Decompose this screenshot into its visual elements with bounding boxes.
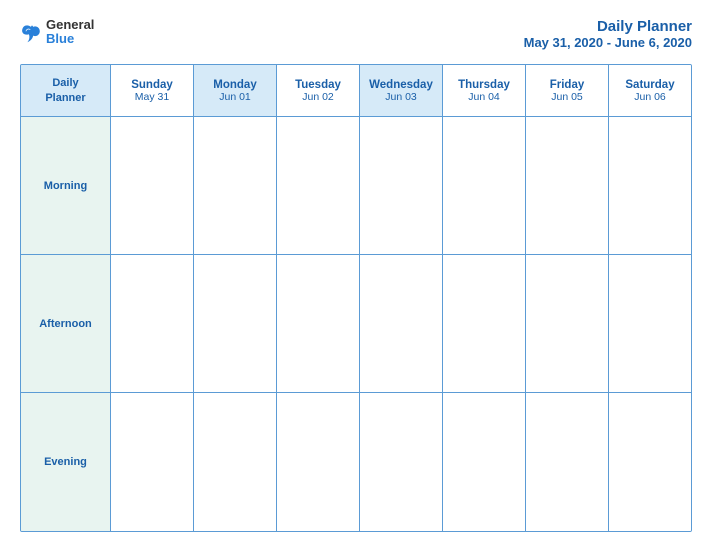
planner-title: Daily Planner (524, 18, 692, 35)
friday-date: Jun 05 (551, 91, 583, 103)
header-row: Daily Planner Sunday May 31 Monday Jun 0… (21, 65, 691, 117)
evening-friday[interactable] (526, 393, 609, 531)
header: General Blue Daily Planner May 31, 2020 … (20, 18, 692, 50)
title-block: Daily Planner May 31, 2020 - June 6, 202… (524, 18, 692, 50)
morning-sunday[interactable] (111, 117, 194, 255)
evening-saturday[interactable] (609, 393, 691, 531)
morning-monday[interactable] (194, 117, 277, 255)
afternoon-label: Afternoon (39, 318, 92, 330)
header-sunday: Sunday May 31 (111, 65, 194, 117)
header-thursday: Thursday Jun 04 (443, 65, 526, 117)
evening-thursday[interactable] (443, 393, 526, 531)
logo-general: General (46, 18, 94, 32)
evening-monday[interactable] (194, 393, 277, 531)
tuesday-name: Tuesday (295, 79, 341, 91)
thursday-name: Thursday (458, 79, 510, 91)
thursday-date: Jun 04 (468, 91, 500, 103)
wednesday-name: Wednesday (369, 79, 433, 91)
afternoon-thursday[interactable] (443, 255, 526, 393)
date-range: May 31, 2020 - June 6, 2020 (524, 35, 692, 50)
wednesday-date: Jun 03 (385, 91, 417, 103)
tuesday-date: Jun 02 (302, 91, 334, 103)
logo-bird-icon (20, 21, 42, 43)
corner-label-line2: Planner (45, 91, 85, 105)
morning-wednesday[interactable] (360, 117, 443, 255)
evening-label: Evening (44, 456, 87, 468)
afternoon-label-cell: Afternoon (21, 255, 111, 393)
evening-label-cell: Evening (21, 393, 111, 531)
morning-tuesday[interactable] (277, 117, 360, 255)
morning-saturday[interactable] (609, 117, 691, 255)
afternoon-sunday[interactable] (111, 255, 194, 393)
saturday-date: Jun 06 (634, 91, 666, 103)
header-wednesday: Wednesday Jun 03 (360, 65, 443, 117)
afternoon-friday[interactable] (526, 255, 609, 393)
afternoon-wednesday[interactable] (360, 255, 443, 393)
afternoon-monday[interactable] (194, 255, 277, 393)
planner-table: Daily Planner Sunday May 31 Monday Jun 0… (20, 64, 692, 532)
logo-text: General Blue (46, 18, 94, 47)
morning-label: Morning (44, 180, 87, 192)
sunday-date: May 31 (135, 91, 169, 103)
friday-name: Friday (550, 79, 585, 91)
monday-name: Monday (213, 79, 256, 91)
evening-sunday[interactable] (111, 393, 194, 531)
header-friday: Friday Jun 05 (526, 65, 609, 117)
header-monday: Monday Jun 01 (194, 65, 277, 117)
morning-thursday[interactable] (443, 117, 526, 255)
afternoon-row: Afternoon (21, 255, 691, 393)
morning-row: Morning (21, 117, 691, 255)
evening-tuesday[interactable] (277, 393, 360, 531)
page: General Blue Daily Planner May 31, 2020 … (0, 0, 712, 550)
header-saturday: Saturday Jun 06 (609, 65, 691, 117)
logo: General Blue (20, 18, 94, 47)
corner-label-line1: Daily (52, 76, 78, 90)
evening-wednesday[interactable] (360, 393, 443, 531)
logo-blue: Blue (46, 32, 94, 46)
afternoon-tuesday[interactable] (277, 255, 360, 393)
corner-cell: Daily Planner (21, 65, 111, 117)
sunday-name: Sunday (131, 79, 173, 91)
evening-row: Evening (21, 393, 691, 531)
saturday-name: Saturday (625, 79, 674, 91)
monday-date: Jun 01 (219, 91, 251, 103)
header-tuesday: Tuesday Jun 02 (277, 65, 360, 117)
morning-label-cell: Morning (21, 117, 111, 255)
afternoon-saturday[interactable] (609, 255, 691, 393)
morning-friday[interactable] (526, 117, 609, 255)
